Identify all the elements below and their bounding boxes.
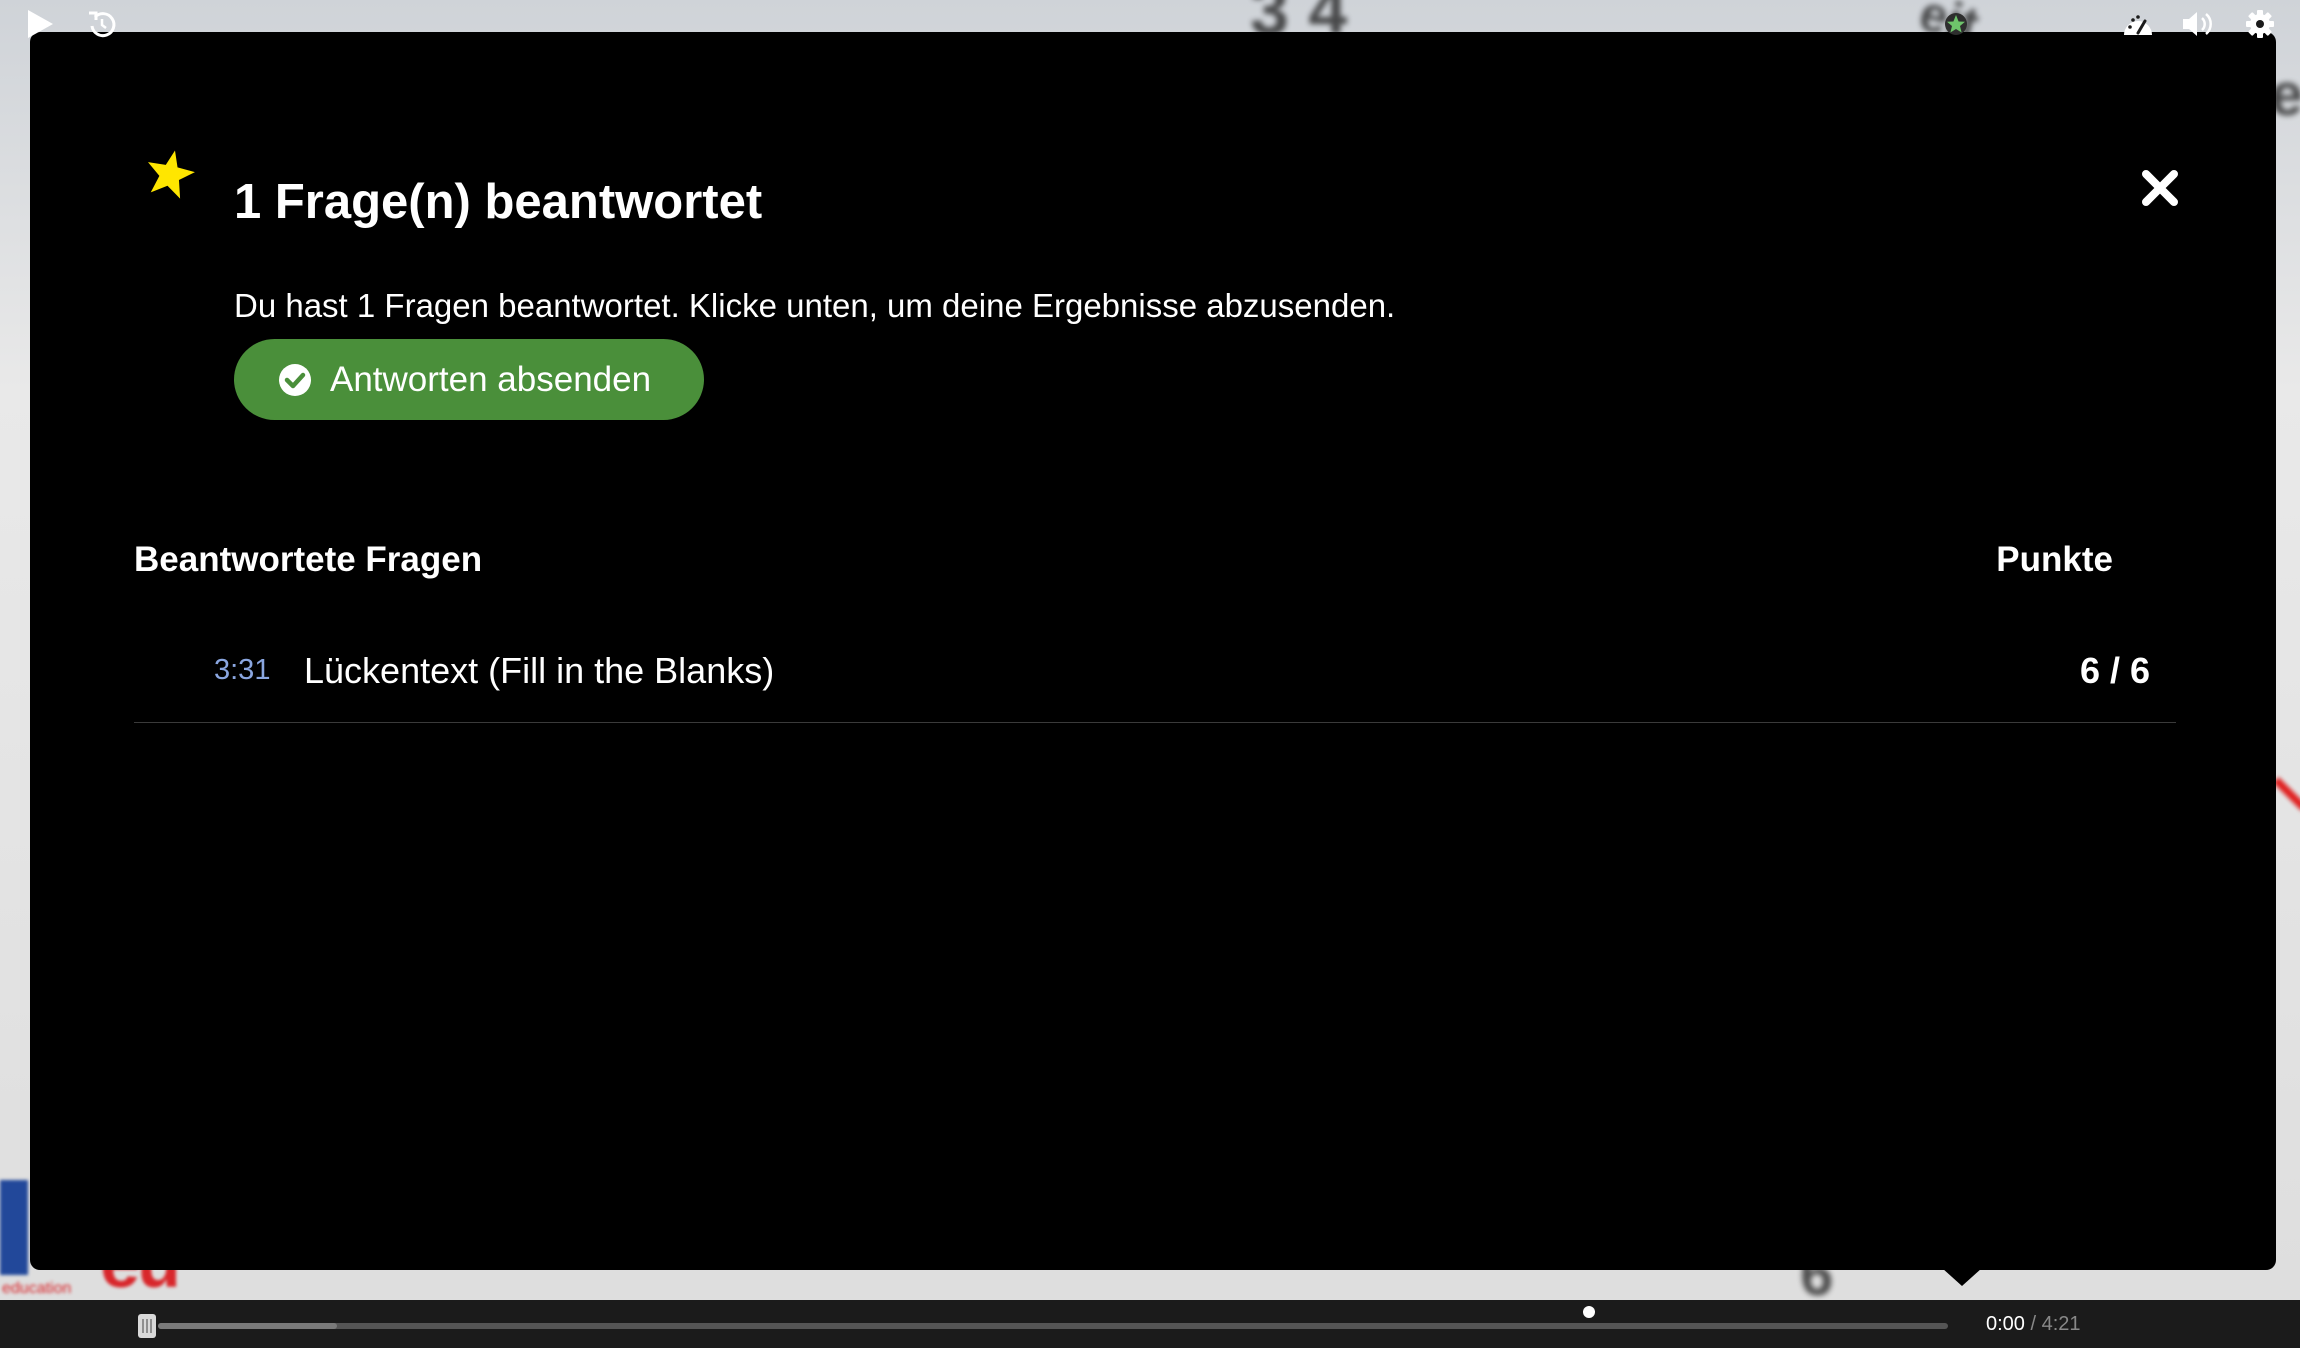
question-score: 6 / 6 — [2079, 650, 2150, 691]
duration: 4:21 — [2041, 1313, 2081, 1335]
interaction-marker[interactable] — [1583, 1306, 1595, 1318]
question-row[interactable]: 3:31 Lückentext (Fill in the Blanks) 6 /… — [134, 632, 2176, 723]
logo-subtext: education — [2, 1280, 72, 1297]
play-button[interactable] — [20, 0, 60, 48]
volume-icon — [2183, 12, 2212, 36]
background-red-stroke — [2273, 777, 2300, 811]
submit-answers-label: Antworten absenden — [330, 359, 652, 399]
question-title: Lückentext (Fill in the Blanks) — [304, 650, 775, 691]
bookmarks-icon — [142, 1319, 152, 1333]
rewind-button[interactable] — [82, 0, 122, 48]
check-circle-icon — [278, 363, 312, 397]
question-time[interactable]: 3:31 — [214, 654, 270, 687]
progress-handle[interactable] — [138, 1314, 156, 1338]
summary-button[interactable] — [1940, 0, 1972, 48]
playback-rate-button[interactable] — [2118, 0, 2158, 48]
close-button[interactable] — [2130, 158, 2190, 218]
points-heading: Punkte — [1996, 540, 2113, 579]
progress-bar[interactable] — [158, 1323, 1948, 1329]
settings-button[interactable] — [2240, 0, 2280, 48]
volume-button[interactable] — [2178, 0, 2218, 48]
summary-dialog: 1 Frage(n) beantwortet Du hast 1 Fragen … — [30, 32, 2276, 1270]
gear-icon — [2246, 10, 2274, 38]
submit-answers-button[interactable]: Antworten absenden — [234, 339, 704, 420]
rewind-10-icon — [89, 11, 116, 38]
star-icon — [142, 146, 198, 202]
playback-rate-icon — [2124, 15, 2152, 35]
time-separator: / — [2030, 1313, 2037, 1335]
dialog-pointer — [1942, 1268, 1982, 1286]
summary-star-icon — [1945, 13, 1967, 35]
current-time: 0:00 — [1986, 1313, 2025, 1335]
progress-buffered — [158, 1323, 337, 1329]
close-icon — [2142, 170, 2178, 206]
dialog-message: Du hast 1 Fragen beantwortet. Klicke unt… — [234, 287, 1396, 324]
dialog-title: 1 Frage(n) beantwortet — [234, 175, 763, 229]
answered-questions-heading: Beantwortete Fragen — [134, 540, 483, 579]
logo-blue-bar — [0, 1180, 28, 1275]
time-display: 0:00 / 4:21 — [1986, 1300, 2081, 1348]
play-icon — [28, 10, 53, 38]
